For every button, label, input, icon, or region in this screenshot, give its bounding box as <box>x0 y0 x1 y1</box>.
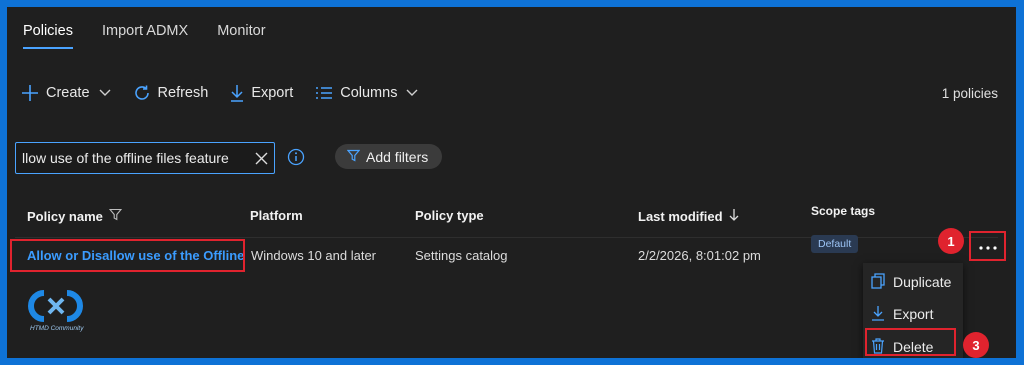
last-modified-cell: 2/2/2026, 8:01:02 pm <box>638 248 761 263</box>
download-icon <box>230 84 244 102</box>
htmd-logo <box>27 289 87 328</box>
search-value: llow use of the offline files feature <box>22 150 229 166</box>
search-input[interactable]: llow use of the offline files feature <box>15 142 275 174</box>
export-menu-label: Export <box>893 306 934 322</box>
step-1-badge: 1 <box>938 228 964 254</box>
filter-icon[interactable] <box>108 208 123 224</box>
highlight-more-options <box>969 231 1006 261</box>
tab-bar: Policies Import ADMX Monitor <box>23 23 266 49</box>
filter-icon <box>346 149 361 165</box>
column-header-policy-name[interactable]: Policy name <box>27 208 123 224</box>
column-header-scope-tags[interactable]: Scope tags <box>811 204 875 218</box>
highlight-delete <box>865 328 956 356</box>
export-button[interactable]: Export <box>230 84 293 102</box>
create-button[interactable]: Create <box>21 84 111 102</box>
tab-monitor[interactable]: Monitor <box>217 23 265 49</box>
highlight-policy-name <box>10 239 245 272</box>
columns-button[interactable]: Columns <box>315 85 418 101</box>
last-modified-header-label: Last modified <box>638 209 723 224</box>
tab-import-admx[interactable]: Import ADMX <box>102 23 188 49</box>
platform-cell: Windows 10 and later <box>251 248 377 263</box>
scope-tag-badge: Default <box>811 235 859 253</box>
policy-count: 1 policies <box>941 85 998 101</box>
menu-item-duplicate[interactable]: Duplicate <box>863 269 963 295</box>
intune-policies-panel: Policies Import ADMX Monitor Create Refr… <box>7 7 1016 358</box>
column-header-last-modified[interactable]: Last modified <box>638 208 739 225</box>
export-label: Export <box>251 85 294 101</box>
policy-type-cell: Settings catalog <box>415 248 508 263</box>
command-bar: Create Refresh Export Columns 1 policies <box>21 79 998 107</box>
chevron-down-icon <box>406 89 418 97</box>
menu-item-export[interactable]: Export <box>863 301 963 327</box>
refresh-label: Refresh <box>157 85 209 101</box>
add-filters-button[interactable]: Add filters <box>335 144 443 169</box>
download-icon <box>871 305 885 324</box>
chevron-down-icon <box>99 89 111 97</box>
column-header-policy-type[interactable]: Policy type <box>415 208 484 223</box>
clear-search-icon[interactable] <box>248 152 274 165</box>
policy-name-header-label: Policy name <box>27 208 103 224</box>
create-label: Create <box>46 85 90 101</box>
columns-list-icon <box>315 86 333 100</box>
search-value-wrap: llow use of the offline files feature <box>16 150 248 166</box>
htmd-logo-text: HTMD Community <box>30 325 84 332</box>
add-filters-label: Add filters <box>366 148 429 165</box>
step-3-badge: 3 <box>963 332 989 358</box>
tab-policies[interactable]: Policies <box>23 23 73 49</box>
columns-label: Columns <box>340 85 398 101</box>
plus-icon <box>21 84 39 102</box>
column-header-platform[interactable]: Platform <box>250 208 303 223</box>
info-icon[interactable] <box>287 148 305 171</box>
copy-icon <box>871 272 885 292</box>
refresh-button[interactable]: Refresh <box>133 84 209 102</box>
arrow-down-sort-icon <box>729 208 739 225</box>
duplicate-label: Duplicate <box>893 274 952 290</box>
refresh-icon <box>133 84 151 102</box>
